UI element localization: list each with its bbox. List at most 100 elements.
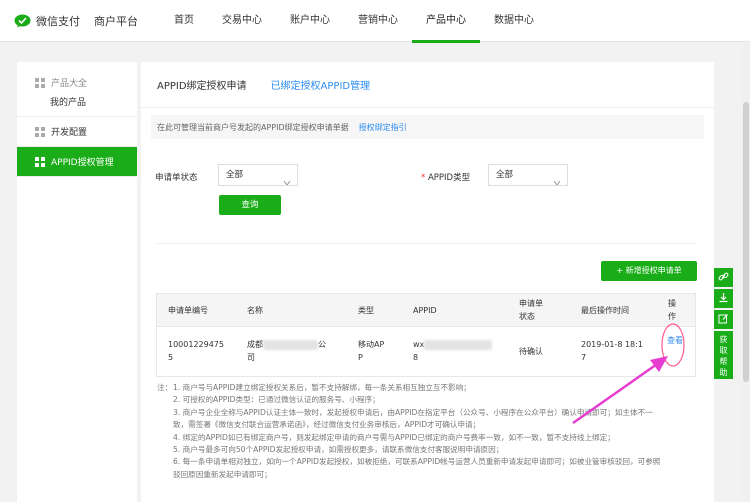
top-bar: 微信支付 商户平台 首页 交易中心 账户中心 营销中心 产品中心 数据中心 <box>0 0 750 43</box>
brand-name: 微信支付 <box>36 15 80 28</box>
edit-button[interactable] <box>714 310 733 329</box>
sidebar-group-header[interactable]: 产品大全 <box>17 76 137 89</box>
required-mark: * <box>421 173 426 183</box>
status-select[interactable]: 全部 <box>218 164 298 186</box>
add-application-label: 新增授权申请单 <box>625 266 682 275</box>
nav-product[interactable]: 产品中心 <box>412 0 480 43</box>
cell-name-prefix: 成都 <box>247 340 263 349</box>
platform-name: 商户平台 <box>94 15 138 28</box>
grid-icon <box>35 156 45 167</box>
download-icon <box>718 292 729 306</box>
note-text: 致，需签署《微信支付联合运营承诺函》，经过微信支付业务审核后，APPID才可确认… <box>173 420 481 430</box>
note-text: 驳回原因重新发起申请即可； <box>173 469 272 479</box>
link-icon <box>718 271 729 285</box>
page-scrollbar[interactable] <box>742 42 750 502</box>
tab-appid-apply[interactable]: APPID绑定授权申请 <box>157 77 247 92</box>
divider <box>157 243 697 244</box>
chevron-down-icon <box>283 173 291 186</box>
status-label: 申请单状态 <box>155 173 198 183</box>
appid-type-label-text: APPID类型 <box>427 173 471 183</box>
col-header-time: 最后操作时间 <box>581 306 629 315</box>
notes-section: 注：1. 商户号与APPID建立绑定授权关系后，暂不支持解绑，每一条关系相互独立… <box>157 382 702 481</box>
note-text: 3. 商户号企业全称与APPID认证主体一致时，发起授权申请后，由APPID在指… <box>173 407 653 417</box>
note-line: 2. 可授权的APPID类型：已通过微信认证的服务号、小程序； <box>157 394 702 406</box>
cell-appid-prefix: wx <box>413 340 425 349</box>
info-text: 在此可管理当前商户号发起的APPID绑定授权申请单据 <box>157 122 349 132</box>
link-button[interactable] <box>714 268 733 287</box>
note-text: 2. 可授权的APPID类型：已通过微信认证的服务号、小程序； <box>173 395 380 405</box>
col-header-type: 类型 <box>358 306 374 315</box>
sidebar: 产品大全 我的产品 开发配置 APPID授权管理 <box>17 62 137 502</box>
help-char: 获 <box>719 335 728 344</box>
note-text: 1. 商户号与APPID建立绑定授权关系后，暂不支持解绑，每一条关系相互独立互不… <box>173 383 471 392</box>
help-char: 帮 <box>719 357 728 366</box>
note-line: 4. 绑定的APPID如已有绑定商户号，则发起绑定申请的商户号需与APPID已绑… <box>157 432 702 444</box>
get-help-button[interactable]: 获 取 帮 助 <box>714 331 733 379</box>
nav-trade[interactable]: 交易中心 <box>208 0 276 42</box>
download-button[interactable] <box>714 289 733 308</box>
nav-marketing[interactable]: 营销中心 <box>344 0 412 42</box>
appid-type-select-value: 全部 <box>496 170 514 180</box>
note-head: 注： <box>157 383 173 392</box>
col-header-action: 操作 <box>668 299 676 321</box>
cell-appid-line2: 8 <box>413 353 419 362</box>
status-select-value: 全部 <box>226 170 244 180</box>
brand-logo[interactable]: 微信支付 商户平台 <box>14 13 138 29</box>
table-header: 申请单编号 名称 类型 APPID 申请单状态 最后操作时间 操作 <box>156 293 696 327</box>
tab-bar: APPID绑定授权申请 已绑定授权APPID管理 <box>141 62 714 108</box>
filter-row: 申请单状态 全部 * APPID类型 全部 <box>141 164 714 188</box>
sidebar-item-appid-mgmt[interactable]: APPID授权管理 <box>17 147 137 177</box>
view-link-label: 查看 <box>667 336 683 345</box>
tab-appid-bound[interactable]: 已绑定授权APPID管理 <box>271 77 371 92</box>
col-header-id: 申请单编号 <box>168 306 208 315</box>
redacted-name <box>263 339 318 350</box>
sidebar-group-title: 产品大全 <box>51 79 88 89</box>
add-application-button[interactable]: + 新增授权申请单 <box>601 261 697 281</box>
cell-id-line2: 5 <box>168 353 174 362</box>
chevron-down-icon <box>553 173 561 186</box>
view-link[interactable]: 查看 <box>666 335 684 347</box>
cell-id: 10001229475 5 <box>168 338 224 364</box>
note-text: 6. 每一条申请单相对独立，如向一个APPID发起授权，如被拒绝，可联系APPI… <box>173 457 661 467</box>
col-header-name: 名称 <box>247 306 263 315</box>
col-header-appid: APPID <box>413 306 437 315</box>
sidebar-item-dev-config[interactable]: 开发配置 <box>17 117 137 147</box>
appid-type-select[interactable]: 全部 <box>488 164 568 186</box>
cell-appid: wx 8 <box>413 338 493 364</box>
guide-link[interactable]: 授权绑定指引 <box>359 122 407 133</box>
nav-account[interactable]: 账户中心 <box>276 0 344 42</box>
plus-icon: + <box>616 266 626 275</box>
appid-type-label: * APPID类型 <box>421 171 470 183</box>
grid-icon <box>35 77 45 88</box>
info-bar: 在此可管理当前商户号发起的APPID绑定授权申请单据 授权绑定指引 <box>151 115 704 139</box>
nav-home[interactable]: 首页 <box>160 0 208 42</box>
cell-appid-line1: wx <box>413 338 493 351</box>
redacted-appid <box>424 339 493 350</box>
note-text: 4. 绑定的APPID如已有绑定商户号，则发起绑定申请的商户号需与APPID已绑… <box>173 432 615 442</box>
nav-data[interactable]: 数据中心 <box>480 0 548 42</box>
note-line: 驳回原因重新发起申请即可； <box>157 469 702 481</box>
sidebar-item-label: APPID授权管理 <box>51 158 114 168</box>
scrollbar-thumb[interactable] <box>743 102 749 382</box>
cell-time-line1: 2019-01-8 18:1 <box>581 340 643 349</box>
note-line: 致，需签署《微信支付联合运营承诺函》，经过微信支付业务审核后，APPID才可确认… <box>157 419 702 431</box>
application-table: 申请单编号 名称 类型 APPID 申请单状态 最后操作时间 操作 100012… <box>156 293 696 377</box>
cell-name: 成都 公 司 <box>247 338 326 364</box>
cell-status: 待确认 <box>519 347 543 356</box>
query-button[interactable]: 查询 <box>219 195 281 215</box>
edit-icon <box>718 313 729 327</box>
sidebar-group-products: 产品大全 我的产品 <box>17 62 137 117</box>
cell-time-line2: 7 <box>581 353 587 362</box>
main-nav: 首页 交易中心 账户中心 营销中心 产品中心 数据中心 <box>160 0 548 43</box>
col-header-status: 申请单状态 <box>519 299 543 321</box>
cell-type-line1: 移动AP <box>358 340 385 349</box>
float-toolbar: 获 取 帮 助 <box>714 268 733 379</box>
cell-name-line1: 成都 公 <box>247 338 326 351</box>
wechat-pay-logo-icon <box>14 14 31 28</box>
sidebar-item-my-products[interactable]: 我的产品 <box>17 95 137 108</box>
help-char: 取 <box>719 346 728 355</box>
cell-name-line2: 司 <box>247 353 255 362</box>
cell-time: 2019-01-8 18:1 7 <box>581 338 643 364</box>
cell-type-line2: P <box>358 353 363 362</box>
grid-icon <box>35 126 45 137</box>
